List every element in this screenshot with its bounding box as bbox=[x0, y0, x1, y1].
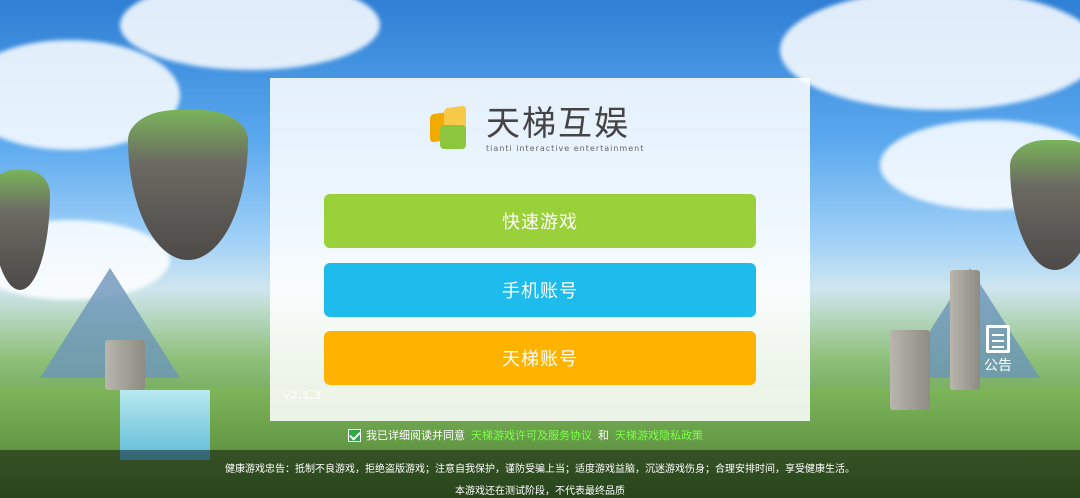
logo-title: 天梯互娱 bbox=[486, 104, 630, 144]
notice-label: 公告 bbox=[984, 358, 1012, 374]
brand-logo: 天梯互娱 tianti interactive entertainment bbox=[430, 104, 645, 153]
privacy-policy-link[interactable]: 天梯游戏隐私政策 bbox=[615, 427, 703, 443]
logo-icon bbox=[430, 104, 474, 153]
logo-subtitle: tianti interactive entertainment bbox=[486, 144, 645, 153]
phone-account-button[interactable]: 手机账号 bbox=[324, 263, 756, 317]
footer-bar: 健康游戏忠告：抵制不良游戏，拒绝盗版游戏；注意自我保护，谨防受骗上当；适度游戏益… bbox=[0, 450, 1080, 498]
agreement-row: 我已详细阅读并同意 天梯游戏许可及服务协议 和 天梯游戏隐私政策 bbox=[348, 427, 709, 443]
notice-icon bbox=[986, 325, 1010, 353]
health-advisory: 健康游戏忠告：抵制不良游戏，拒绝盗版游戏；注意自我保护，谨防受骗上当；适度游戏益… bbox=[225, 464, 855, 475]
agreement-conjunction: 和 bbox=[598, 429, 609, 442]
notice-button[interactable]: 公告 bbox=[978, 325, 1018, 375]
agreement-checkbox[interactable] bbox=[348, 428, 361, 442]
version-label: v2.1.3 bbox=[283, 389, 322, 402]
license-agreement-link[interactable]: 天梯游戏许可及服务协议 bbox=[471, 427, 592, 443]
quick-play-button[interactable]: 快速游戏 bbox=[324, 194, 756, 248]
login-panel: 天梯互娱 tianti interactive entertainment 快速… bbox=[270, 78, 810, 421]
test-notice: 本游戏还在测试阶段，不代表最终品质 bbox=[455, 486, 625, 497]
tianti-account-button[interactable]: 天梯账号 bbox=[324, 331, 756, 385]
agreement-prefix: 我已详细阅读并同意 bbox=[366, 429, 465, 442]
